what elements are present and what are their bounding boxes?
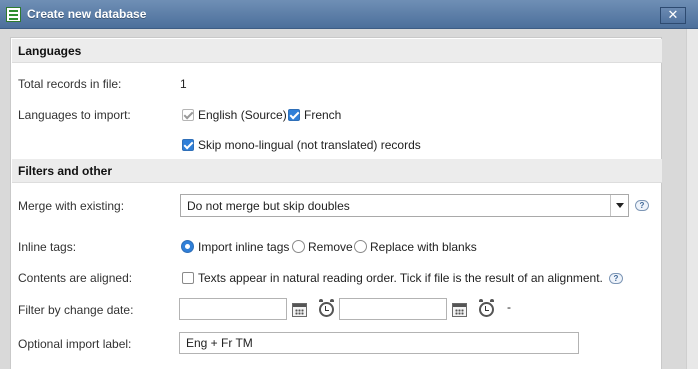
merge-select[interactable]: Do not merge but skip doubles (180, 194, 629, 217)
window-title: Create new database (27, 7, 147, 21)
dialog-body: Languages Total records in file: 1 Langu… (0, 29, 698, 369)
import-inline-tags-label: Import inline tags (198, 240, 290, 254)
total-records-label: Total records in file: (18, 77, 122, 91)
aligned-description: Texts appear in natural reading order. T… (198, 271, 603, 285)
clock-icon[interactable] (319, 302, 334, 317)
close-button[interactable]: ✕ (660, 7, 686, 24)
date-from-input[interactable] (179, 298, 287, 320)
calendar-icon[interactable] (292, 303, 307, 317)
optional-import-label-label: Optional import label: (18, 337, 132, 351)
scrollbar[interactable] (686, 29, 698, 369)
total-records-value: 1 (180, 77, 187, 91)
filters-section-header: Filters and other (12, 159, 662, 183)
aligned-checkbox[interactable] (182, 272, 194, 284)
replace-with-blanks-label: Replace with blanks (370, 240, 477, 254)
skip-mono-lingual-label: Skip mono-lingual (not translated) recor… (198, 138, 421, 152)
help-icon[interactable]: ? (635, 200, 649, 211)
french-label: French (304, 108, 342, 122)
radio-replace-with-blanks[interactable] (354, 240, 367, 253)
languages-section-header: Languages (12, 39, 662, 63)
form-panel: Languages Total records in file: 1 Langu… (10, 37, 662, 369)
radio-import-inline-tags[interactable] (181, 240, 194, 253)
english-source-checkbox (182, 109, 194, 121)
calendar-icon[interactable] (452, 303, 467, 317)
merge-with-existing-label: Merge with existing: (18, 199, 125, 213)
skip-mono-lingual-checkbox[interactable] (182, 139, 194, 151)
import-label-input[interactable] (179, 332, 579, 354)
french-checkbox[interactable] (288, 109, 300, 121)
english-source-label: English (Source) (198, 108, 287, 122)
date-range-separator: - (507, 300, 511, 314)
radio-remove[interactable] (292, 240, 305, 253)
help-icon[interactable]: ? (609, 273, 623, 284)
inline-tags-label: Inline tags: (18, 240, 77, 254)
merge-select-value: Do not merge but skip doubles (187, 199, 350, 213)
remove-label: Remove (308, 240, 353, 254)
title-bar: Create new database ✕ (0, 0, 698, 29)
date-to-input[interactable] (339, 298, 447, 320)
languages-to-import-label: Languages to import: (18, 108, 131, 122)
contents-aligned-label: Contents are aligned: (18, 271, 133, 285)
chevron-down-icon[interactable] (610, 195, 628, 216)
filter-by-change-date-label: Filter by change date: (18, 303, 134, 317)
clock-icon[interactable] (479, 302, 494, 317)
database-icon (6, 7, 21, 22)
